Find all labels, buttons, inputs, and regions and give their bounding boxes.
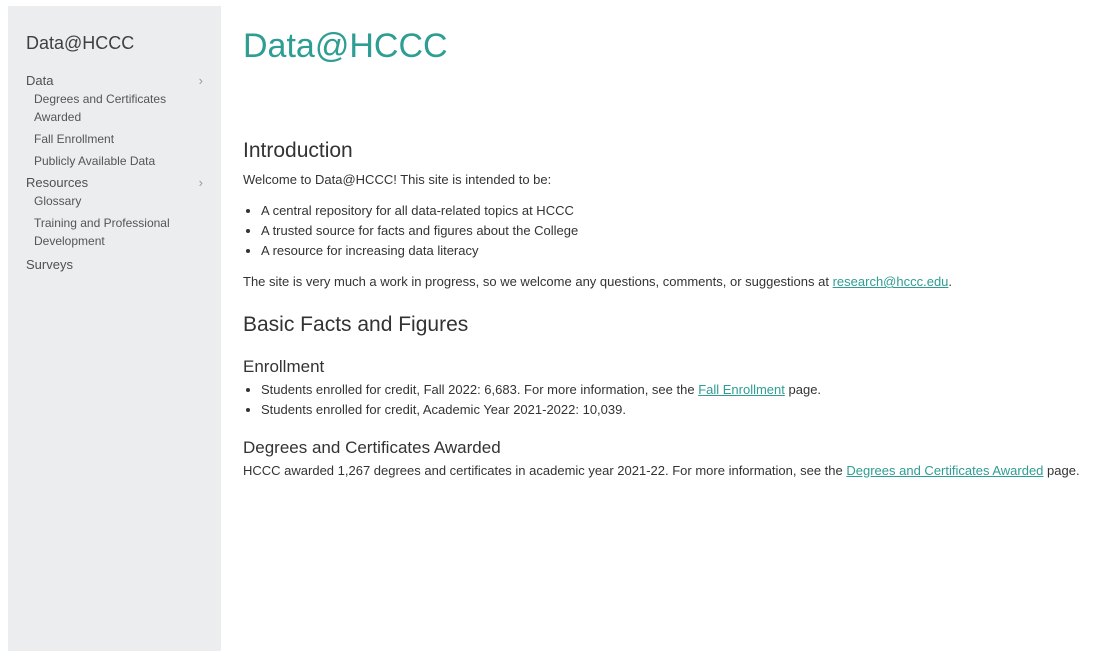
page-title: Data@HCCC [243,27,448,65]
intro-note: The site is very much a work in progress… [243,272,1093,292]
enrollment-text-end: page. [784,382,822,397]
degrees-heading: Degrees and Certificates Awarded [243,438,501,457]
facts-heading: Basic Facts and Figures [243,313,469,336]
nav-list-data: Degrees and Certificates Awarded Fall En… [26,90,221,170]
sidebar-item-glossary[interactable]: Glossary [34,192,221,210]
main-content: Data@HCCC Introduction Welcome to Data@H… [243,0,1093,481]
enrollment-bullets: Students enrolled for credit, Fall 2022:… [243,380,1093,420]
nav-section-label: Surveys [26,257,73,272]
nav-list-resources: Glossary Training and Professional Devel… [26,192,221,250]
sidebar: Data@HCCC Data › Degrees and Certificate… [8,6,221,651]
sidebar-item-fall-enrollment[interactable]: Fall Enrollment [34,130,221,148]
sidebar-item-training[interactable]: Training and Professional Development [34,214,221,250]
list-item: Students enrolled for credit, Academic Y… [261,400,1093,420]
enrollment-heading: Enrollment [243,357,325,376]
nav-section-data[interactable]: Data › [26,72,221,90]
intro-note-text: The site is very much a work in progress… [243,274,833,289]
intro-bullets: A central repository for all data-relate… [243,201,1093,261]
nav-section-surveys[interactable]: Surveys [26,256,221,274]
sidebar-item-degrees-certificates[interactable]: Degrees and Certificates Awarded [34,90,221,126]
enrollment-text: Students enrolled for credit, Fall 2022:… [261,382,699,397]
chevron-right-icon[interactable]: › [199,174,203,192]
intro-lead: Welcome to Data@HCCC! This site is inten… [243,172,552,187]
intro-heading: Introduction [243,139,353,162]
nav-section-label: Data [26,73,54,88]
site-title[interactable]: Data@HCCC [26,32,221,54]
degrees-text: HCCC awarded 1,267 degrees and certifica… [243,461,1093,481]
list-item: A resource for increasing data literacy [261,241,1093,261]
chevron-right-icon[interactable]: › [199,72,203,90]
fall-enrollment-link[interactable]: Fall Enrollment [698,382,785,397]
intro-note-end: . [948,274,953,289]
degrees-certificates-link[interactable]: Degrees and Certificates Awarded [846,463,1043,478]
nav-section-label: Resources [26,175,89,190]
sidebar-item-public-data[interactable]: Publicly Available Data [34,152,221,170]
degrees-text-end: page. [1043,463,1080,478]
research-email-link[interactable]: research@hccc.edu [833,274,949,289]
nav-section-resources[interactable]: Resources › [26,174,221,192]
list-item: A central repository for all data-relate… [261,201,1093,221]
list-item: Students enrolled for credit, Fall 2022:… [261,380,1093,400]
degrees-text-body: HCCC awarded 1,267 degrees and certifica… [243,463,847,478]
list-item: A trusted source for facts and figures a… [261,221,1093,241]
